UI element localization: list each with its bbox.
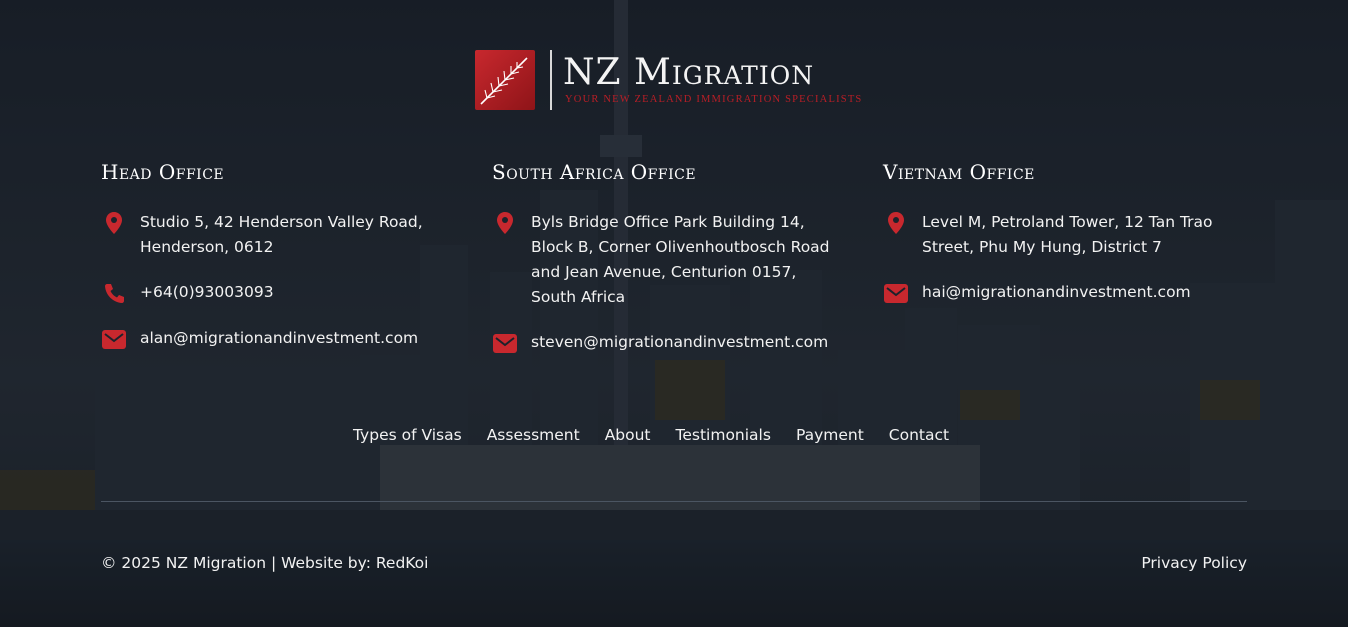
address-line: Byls Bridge Office Park Building 14, <box>531 213 805 231</box>
address-line: Level M, Petroland Tower, 12 Tan Trao <box>922 213 1213 231</box>
logo[interactable]: NZ Migration YOUR NEW ZEALAND IMMIGRATIO… <box>475 50 885 112</box>
location-pin-icon <box>497 212 513 234</box>
address-line: and Jean Avenue, Centurion 0157, <box>531 263 797 281</box>
address-line: Henderson, 0612 <box>140 238 274 256</box>
head-office: Head Office Studio 5, 42 Henderson Valle… <box>101 160 471 349</box>
nav-contact[interactable]: Contact <box>889 426 949 444</box>
fern-logo-icon <box>475 50 535 110</box>
office-heading: Vietnam Office <box>883 160 1035 184</box>
address-line: Block B, Corner Olivenhoutbosch Road <box>531 238 830 256</box>
email-icon <box>102 330 126 349</box>
nav-payment[interactable]: Payment <box>796 426 864 444</box>
vietnam-office: Vietnam Office Level M, Petroland Tower,… <box>883 160 1263 303</box>
office-address: Studio 5, 42 Henderson Valley Road, Hend… <box>101 210 423 260</box>
office-email[interactable]: alan@migrationandinvestment.com <box>101 326 418 352</box>
office-heading: Head Office <box>101 160 225 184</box>
logo-separator <box>550 50 552 110</box>
footer-nav: Types of Visas Assessment About Testimon… <box>353 426 974 444</box>
address-line: Street, Phu My Hung, District 7 <box>922 238 1162 256</box>
south-africa-office: South Africa Office Byls Bridge Office P… <box>492 160 862 353</box>
location-pin-icon <box>106 212 122 234</box>
address-line: Studio 5, 42 Henderson Valley Road, <box>140 213 423 231</box>
nav-testimonials[interactable]: Testimonials <box>676 426 771 444</box>
nav-about[interactable]: About <box>605 426 651 444</box>
email-icon <box>493 334 517 353</box>
phone-icon <box>105 284 124 303</box>
footer-divider <box>101 501 1247 502</box>
privacy-policy-link[interactable]: Privacy Policy <box>1141 554 1247 572</box>
email-link[interactable]: steven@migrationandinvestment.com <box>531 330 828 355</box>
email-icon <box>884 284 908 303</box>
office-address: Byls Bridge Office Park Building 14, Blo… <box>492 210 830 310</box>
email-link[interactable]: alan@migrationandinvestment.com <box>140 326 418 351</box>
office-email[interactable]: steven@migrationandinvestment.com <box>492 330 828 356</box>
nav-types-of-visas[interactable]: Types of Visas <box>353 426 462 444</box>
office-heading: South Africa Office <box>492 160 697 184</box>
location-pin-icon <box>888 212 904 234</box>
logo-title: NZ Migration <box>563 52 815 93</box>
address-line: South Africa <box>531 288 626 306</box>
office-address: Level M, Petroland Tower, 12 Tan Trao St… <box>883 210 1213 260</box>
copyright-text: © 2025 NZ Migration | Website by: RedKoi <box>101 554 429 572</box>
logo-tagline: YOUR NEW ZEALAND IMMIGRATION SPECIALISTS <box>565 94 863 105</box>
nav-assessment[interactable]: Assessment <box>487 426 580 444</box>
office-email[interactable]: hai@migrationandinvestment.com <box>883 280 1191 306</box>
email-link[interactable]: hai@migrationandinvestment.com <box>922 280 1191 305</box>
phone-number[interactable]: +64(0)93003093 <box>140 280 274 305</box>
office-phone[interactable]: +64(0)93003093 <box>101 280 274 306</box>
